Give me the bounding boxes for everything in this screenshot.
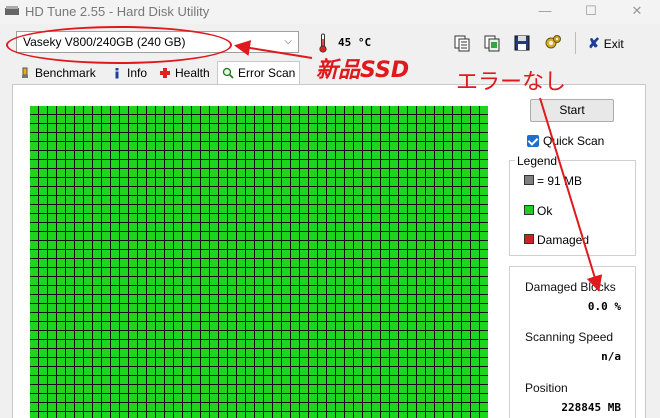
gray-swatch xyxy=(524,175,534,185)
tab-info[interactable]: Info xyxy=(111,62,147,84)
damaged-blocks-value: 0.0 % xyxy=(587,300,621,313)
temperature-readout: 45 °C xyxy=(338,36,372,49)
minimize-button[interactable]: — xyxy=(522,0,568,24)
legend-item-block-size: = 91 MB xyxy=(524,174,582,188)
position-value: 228845 MB xyxy=(561,401,621,414)
info-icon xyxy=(115,68,119,79)
exit-button[interactable]: ✘ Exit xyxy=(588,33,624,53)
annotation-no-errors: エラーなし xyxy=(456,70,567,95)
position-label: Position xyxy=(525,381,568,395)
scanning-speed-label: Scanning Speed xyxy=(525,330,614,344)
legend-item-damaged: Damaged xyxy=(524,233,589,247)
tab-label: Error Scan xyxy=(238,66,296,80)
green-swatch xyxy=(524,205,534,215)
copy-info-icon[interactable] xyxy=(452,33,472,53)
annotation-ellipse xyxy=(6,26,232,64)
save-icon[interactable] xyxy=(512,33,532,53)
legend-label: Ok xyxy=(537,204,553,218)
legend-label: = 91 MB xyxy=(537,174,583,188)
legend-item-ok: Ok xyxy=(524,204,552,218)
close-button[interactable]: ✕ xyxy=(614,0,660,24)
thermometer-icon xyxy=(319,33,327,53)
exit-label: Exit xyxy=(603,37,624,51)
benchmark-icon xyxy=(22,67,28,78)
tab-benchmark[interactable]: Benchmark xyxy=(19,62,96,84)
tab-error-scan[interactable]: Error Scan xyxy=(217,61,301,84)
exit-icon: ✘ xyxy=(588,35,600,51)
toolbar-divider xyxy=(575,32,576,54)
copy-screenshot-icon[interactable] xyxy=(482,33,502,53)
options-icon[interactable] xyxy=(543,33,563,53)
error-scan-icon xyxy=(222,67,234,79)
tab-label: Health xyxy=(175,66,210,80)
chevron-down-icon: ⌵ xyxy=(284,36,292,47)
health-icon xyxy=(160,68,170,78)
tab-health[interactable]: Health xyxy=(159,62,210,84)
start-button[interactable]: Start xyxy=(530,99,614,122)
tab-label: Benchmark xyxy=(35,66,96,80)
tab-label: Info xyxy=(127,66,148,80)
scanning-speed-value: n/a xyxy=(601,350,621,363)
quick-scan-checkbox[interactable]: Quick Scan xyxy=(527,134,604,148)
legend-label: Damaged xyxy=(537,233,590,247)
title-bar: HD Tune 2.55 - Hard Disk Utility — ☐ ✕ xyxy=(0,0,660,24)
app-icon xyxy=(5,6,19,15)
red-swatch xyxy=(524,234,534,244)
maximize-button[interactable]: ☐ xyxy=(568,0,614,24)
quick-scan-label: Quick Scan xyxy=(543,134,605,148)
damaged-blocks-label: Damaged Blocks xyxy=(525,280,616,294)
scan-block-map xyxy=(30,106,488,418)
legend-title: Legend xyxy=(515,154,560,168)
annotation-new-ssd: 新品SSD xyxy=(316,58,410,83)
checkbox-checked-icon xyxy=(527,135,539,147)
window-title: HD Tune 2.55 - Hard Disk Utility xyxy=(25,4,210,19)
